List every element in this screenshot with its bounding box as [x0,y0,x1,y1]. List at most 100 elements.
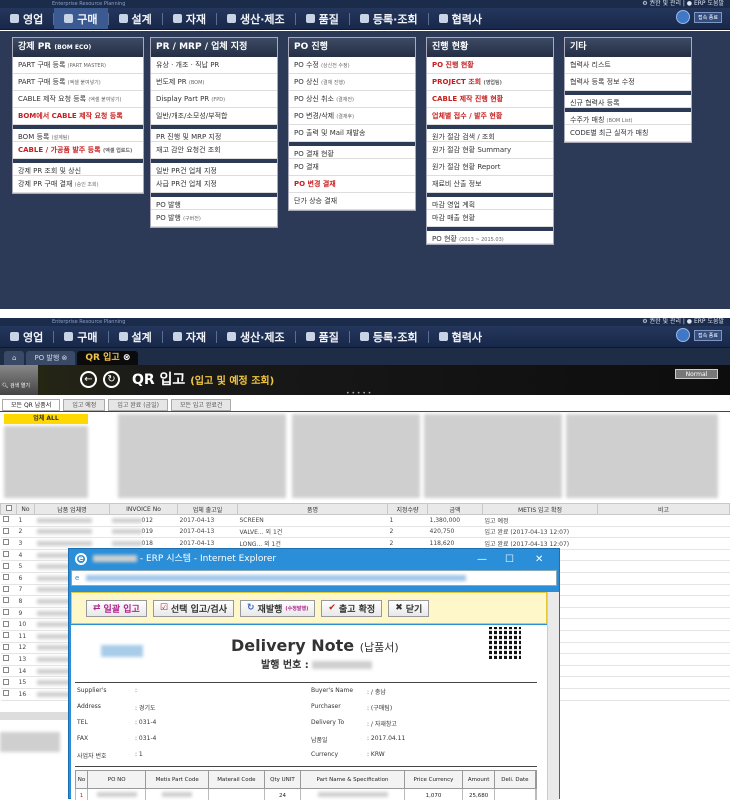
menu-quality[interactable]: 품질 [296,326,349,347]
row-checkbox[interactable] [1,515,17,527]
menu-item[interactable]: 협력사 리스트 [565,57,691,74]
menu-item[interactable]: PO 발행 [151,193,277,210]
menu-item[interactable]: 강제 PR 조회 및 상신 [13,159,143,176]
menu-item[interactable]: 마감 매출 현황 [427,210,553,227]
close-icon[interactable]: ✕ [535,549,543,570]
ship-confirm-button[interactable]: ✔출고 확정 [321,600,382,617]
link-permission[interactable]: 권한 및 관리 [650,0,681,7]
menu-production[interactable]: 생산·제조 [217,326,295,347]
row-checkbox[interactable] [1,642,17,654]
menu-item[interactable]: PO 결재 현황 [289,142,415,159]
link-permission[interactable]: 권한 및 관리 [650,318,681,325]
menu-design[interactable]: 설계 [109,326,162,347]
row-checkbox[interactable] [1,607,17,619]
menu-item[interactable]: 강제 PR 구매 결재 (승인 조회) [13,176,143,193]
subtab-all-done[interactable]: 모든 입고 완료건 [171,399,231,411]
table-row[interactable]: 20192017-04-13VALVE... 외 1건2420,750입고 완료… [1,526,730,538]
menu-item[interactable]: PO 변경/삭제 (결재후) [289,108,415,125]
menu-item[interactable]: 유상 · 개조 · 직납 PR [151,57,277,74]
menu-partner[interactable]: 협력사 [429,8,492,29]
menu-item[interactable]: PO 진행 현황 [427,57,553,74]
menu-item[interactable]: PO 출력 및 Mail 재발송 [289,125,415,142]
menu-item[interactable]: 신규 협력사 등록 [565,91,691,108]
menu-register[interactable]: 등록·조회 [350,326,428,347]
avatar[interactable] [676,328,690,342]
menu-sales[interactable]: 영업 [0,8,53,29]
top-links[interactable]: ⚙ 권한 및 관리 | ● ERP 도움말 [642,318,724,326]
back-icon[interactable]: ← [80,371,97,388]
top-links[interactable]: ⚙ 권한 및 관리 | ● ERP 도움말 [642,0,724,8]
menu-item[interactable]: PART 구매 등록 (PART MASTER) [13,57,143,74]
home-icon[interactable]: ⌂ [4,351,24,365]
menu-item[interactable]: BOM 등록 (설계팀) [13,125,143,142]
menu-item[interactable]: CODE별 최근 실적가 매칭 [565,125,691,142]
splitter-handle[interactable]: • • • • • [346,390,371,397]
menu-item[interactable]: 원가 절감 현황 Report [427,159,553,176]
row-checkbox[interactable] [1,654,17,666]
row-checkbox[interactable] [1,688,17,700]
row-checkbox[interactable] [1,619,17,631]
link-help[interactable]: ERP 도움말 [694,318,724,325]
row-checkbox[interactable] [1,596,17,608]
menu-design[interactable]: 설계 [109,8,162,29]
menu-item[interactable]: PROJECT 조회 (영업팀) [427,74,553,91]
menu-item[interactable]: 번도제 PR (BOM) [151,74,277,91]
menu-purchase[interactable]: 구매 [54,8,107,29]
batch-receive-button[interactable]: ⇄일괄 입고 [86,600,147,617]
refresh-icon[interactable]: ↻ [103,371,120,388]
menu-item[interactable]: 일반 PR건 업체 지정 [151,159,277,176]
menu-item[interactable]: CABLE / 가공품 발주 등록 (엑셀 업로드) [13,142,143,159]
menu-item[interactable]: 재고 감안 요청건 조회 [151,142,277,159]
menu-item[interactable]: 수주가 매칭 (BOM List) [565,108,691,125]
menu-item[interactable]: PO 상신 취소 (결재전) [289,91,415,108]
vendor-filter-group[interactable] [566,414,718,498]
menu-item[interactable]: BOM에서 CABLE 제작 요청 등록 [13,108,143,125]
tab-po-issue[interactable]: PO 발행 ⊗ [26,351,75,365]
vendor-filter-group[interactable] [424,414,562,498]
menu-purchase[interactable]: 구매 [54,326,107,347]
logout-button[interactable]: 접속 종료 [694,12,722,23]
tab-qr-receive[interactable]: QR 입고 ⊗ [77,351,138,365]
row-checkbox[interactable] [1,584,17,596]
menu-item[interactable]: PO 결재 [289,159,415,176]
menu-item[interactable]: 단가 상승 결재 [289,193,415,210]
row-checkbox[interactable] [1,549,17,561]
menu-item[interactable]: 사급 PR건 업체 지정 [151,176,277,193]
window-titlebar[interactable]: e - ERP 시스템 - Internet Explorer — ☐ ✕ [69,549,559,570]
menu-item[interactable]: PO 변경 결재 [289,176,415,193]
menu-sales[interactable]: 영업 [0,326,53,347]
row-checkbox[interactable] [1,538,17,550]
menu-item[interactable]: PO 상신 (결재 진행) [289,74,415,91]
menu-quality[interactable]: 품질 [296,8,349,29]
table-row[interactable]: 10122017-04-13SCREEN11,380,000입고 예정 [1,515,730,527]
select-receive-button[interactable]: ☑선택 입고/검사 [153,600,234,617]
link-help[interactable]: ERP 도움말 [694,0,724,7]
subtab-done-today[interactable]: 입고 완료 (금일) [108,399,168,411]
menu-item[interactable]: PO 수정 (상신전 수정) [289,57,415,74]
menu-production[interactable]: 생산·제조 [217,8,295,29]
row-checkbox[interactable] [1,561,17,573]
menu-item[interactable]: 원가 절감 현황 Summary [427,142,553,159]
row-checkbox[interactable] [1,572,17,584]
address-bar[interactable]: e [71,570,557,586]
menu-item[interactable]: 원가 절감 검색 / 조회 [427,125,553,142]
vendor-filter-group[interactable] [292,414,420,498]
menu-item[interactable]: PR 진행 및 MRP 지정 [151,125,277,142]
row-checkbox[interactable] [1,677,17,689]
normal-mode-button[interactable]: Normal [675,369,718,379]
menu-item[interactable]: PART 구매 등록 (엑셀 붙여넣기) [13,74,143,91]
menu-item[interactable]: PO 현황 (2013 ~ 2015.03) [427,227,553,244]
menu-item[interactable]: 협력사 등록 정보 수정 [565,74,691,91]
popup-scrollbar[interactable] [547,592,559,800]
row-checkbox[interactable] [1,526,17,538]
menu-material[interactable]: 자재 [163,8,216,29]
header-checkbox[interactable] [1,504,17,515]
filter-vendor-all[interactable]: 업체 ALL [4,414,88,424]
subtab-all-qr[interactable]: 모든 QR 납품서 [2,399,60,411]
vendor-filter-group[interactable] [4,426,88,498]
menu-item[interactable]: CABLE 제작 요청 등록 (엑셀 붙여넣기) [13,91,143,108]
search-toggle[interactable]: 🔍︎ 검색 열기 [0,365,38,395]
menu-item[interactable]: 재료비 산출 정보 [427,176,553,193]
reissue-button[interactable]: ↻재발행(수정발행) [240,600,315,617]
menu-register[interactable]: 등록·조회 [350,8,428,29]
